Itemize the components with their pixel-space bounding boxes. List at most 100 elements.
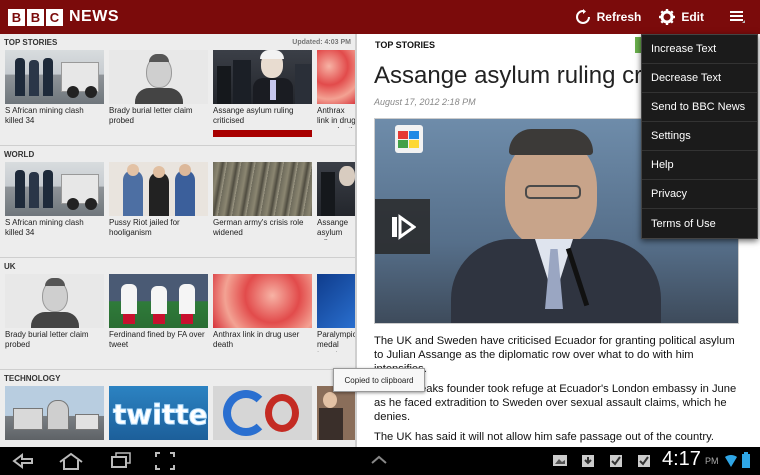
section-technology: TECHNOLOGY twitte: [0, 370, 355, 447]
home-icon[interactable]: [58, 451, 84, 471]
story-card-selected[interactable]: Assange asylum ruling criticised: [213, 50, 312, 137]
article-body: The UK and Sweden have criticised Ecuado…: [374, 334, 739, 447]
download-icon[interactable]: [580, 451, 596, 469]
story-card[interactable]: Anthrax link in drug user death: [317, 50, 355, 137]
menu-item-decrease-text[interactable]: Decrease Text: [642, 64, 757, 93]
edit-label: Edit: [681, 10, 704, 24]
story-image-paralympic: [317, 274, 355, 328]
menu-item-help[interactable]: Help: [642, 151, 757, 180]
story-caption: Assange asylum ruling criticised: [317, 218, 349, 240]
checkbox-icon[interactable]: [608, 451, 624, 469]
menu-item-settings[interactable]: Settings: [642, 122, 757, 151]
story-image-assange: [213, 50, 312, 104]
story-image-assange: [317, 162, 355, 216]
overflow-menu: Increase Text Decrease Text Send to BBC …: [641, 34, 758, 239]
play-video-button[interactable]: [375, 199, 430, 254]
story-image-police: [5, 50, 104, 104]
menu-item-increase-text[interactable]: Increase Text: [642, 35, 757, 64]
story-card[interactable]: S African mining clash killed 34: [5, 50, 104, 137]
story-caption: Brady burial letter claim probed: [109, 106, 193, 125]
story-caption: S African mining clash killed 34: [5, 106, 84, 125]
story-card[interactable]: [213, 386, 312, 440]
gallery-icon[interactable]: [552, 451, 568, 469]
story-card[interactable]: [317, 386, 355, 440]
section-uk: UK Brady burial letter claim probed Ferd…: [0, 258, 355, 370]
story-card[interactable]: Brady burial letter claim probed: [5, 274, 104, 352]
edit-button[interactable]: Edit: [659, 9, 704, 25]
selected-indicator: [213, 130, 312, 137]
bbc-news-logo: B B C NEWS: [8, 8, 119, 26]
clipboard-toast: Copied to clipboard: [333, 368, 425, 392]
story-image-footballers: [109, 274, 208, 328]
story-card[interactable]: Anthrax link in drug user death: [213, 274, 312, 352]
story-grid: TOP STORIES Updated: 4:03 PM S African m…: [0, 34, 355, 447]
menu-icon: [730, 11, 745, 23]
menu-item-privacy[interactable]: Privacy: [642, 180, 757, 209]
section-title: UK: [4, 261, 16, 271]
svg-text:twitte: twitte: [113, 398, 208, 431]
screenshot-icon[interactable]: [154, 451, 176, 471]
story-card[interactable]: Assange asylum ruling criticised: [317, 162, 355, 240]
refresh-icon: [575, 9, 590, 24]
app-header: B B C NEWS Refresh Edit: [0, 0, 760, 34]
section-world: WORLD S African mining clash killed 34 P…: [0, 146, 355, 258]
clock-ampm: PM: [705, 456, 719, 466]
logo-letter: C: [46, 8, 63, 26]
story-card[interactable]: twitte: [109, 386, 208, 440]
story-card[interactable]: S African mining clash killed 34: [5, 162, 104, 240]
story-caption: Assange asylum ruling criticised: [213, 106, 294, 125]
article-paragraph: The Wikileaks founder took refuge at Ecu…: [374, 383, 737, 423]
back-icon[interactable]: [10, 451, 36, 471]
refresh-label: Refresh: [596, 10, 642, 24]
story-card[interactable]: [5, 386, 104, 440]
logo-letter: B: [8, 8, 25, 26]
story-caption: S African mining clash killed 34: [5, 218, 84, 237]
checkbox-icon[interactable]: [636, 451, 652, 469]
story-image-google: [213, 386, 312, 440]
up-chevron-icon[interactable]: [370, 451, 388, 471]
story-card[interactable]: Ferdinand fined by FA over tweet: [109, 274, 208, 352]
story-caption: Brady burial letter claim probed: [5, 330, 89, 349]
section-title: TECHNOLOGY: [4, 373, 61, 383]
story-image-soldiers: [213, 162, 312, 216]
story-card[interactable]: Pussy Riot jailed for hooliganism: [109, 162, 208, 240]
story-image-police: [5, 162, 104, 216]
section-title: TOP STORIES: [4, 37, 58, 47]
story-caption: Ferdinand fined by FA over tweet: [109, 330, 205, 349]
recent-apps-icon[interactable]: [108, 451, 134, 471]
menu-item-send-to-bbc[interactable]: Send to BBC News: [642, 93, 757, 122]
clock-time[interactable]: 4:17: [662, 448, 701, 471]
section-title: WORLD: [4, 149, 35, 159]
article-date: August 17, 2012 2:18 PM: [374, 97, 476, 107]
overflow-menu-button[interactable]: [722, 0, 752, 34]
story-caption: Anthrax link in drug user death: [317, 106, 355, 128]
menu-item-terms-of-use[interactable]: Terms of Use: [642, 209, 757, 238]
story-image-portrait: [5, 274, 104, 328]
story-image-band: [109, 162, 208, 216]
story-caption: German army's crisis role widened: [213, 218, 304, 237]
story-caption: Pussy Riot jailed for hooliganism: [109, 218, 180, 237]
story-card[interactable]: German army's crisis role widened: [213, 162, 312, 240]
story-card[interactable]: Brady burial letter claim probed: [109, 50, 208, 137]
section-top-stories: TOP STORIES Updated: 4:03 PM S African m…: [0, 34, 355, 146]
updated-time: Updated: 4:03 PM: [292, 38, 351, 46]
story-caption: Anthrax link in drug user death: [213, 330, 300, 349]
logo-word: NEWS: [69, 8, 119, 25]
story-image-twitter: twitte: [109, 386, 208, 440]
story-image-people: [317, 386, 355, 440]
story-card[interactable]: Paralympic medal target: [317, 274, 355, 352]
story-image-industrial: [5, 386, 104, 440]
play-icon: [391, 213, 416, 240]
story-image-microscope: [317, 50, 355, 104]
refresh-button[interactable]: Refresh: [575, 9, 642, 25]
article-paragraph: The UK has said it will not allow him sa…: [374, 431, 714, 443]
battery-icon: [742, 452, 750, 468]
article-headline: Assange asylum ruling cr: [374, 62, 643, 89]
story-image-portrait: [109, 50, 208, 104]
article-paragraph: The UK and Sweden have criticised Ecuado…: [374, 335, 735, 375]
gear-icon: [659, 9, 676, 25]
story-image-microscope: [213, 274, 312, 328]
story-caption: Paralympic medal target: [317, 330, 355, 352]
article-section-label: TOP STORIES: [375, 40, 436, 50]
wifi-icon: [725, 455, 737, 467]
